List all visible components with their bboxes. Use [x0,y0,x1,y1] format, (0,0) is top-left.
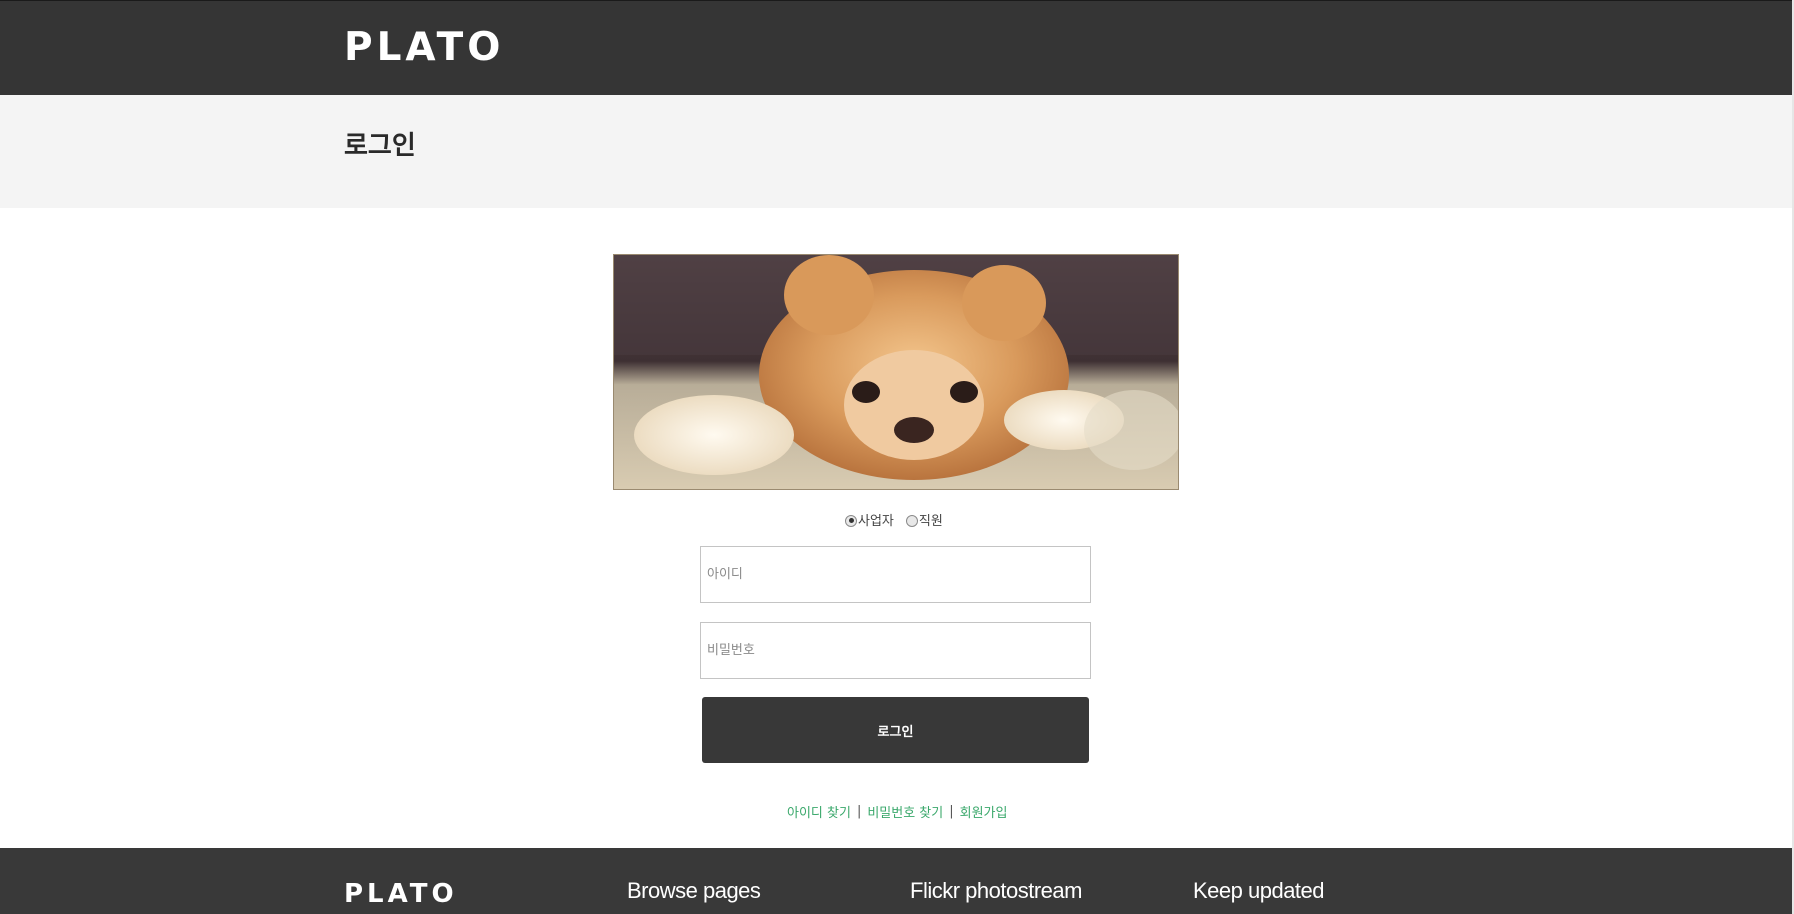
login-button[interactable]: 로그인 [702,697,1089,763]
brand-logo[interactable]: PLATO [344,25,504,70]
login-page: PLATO 로그인 사업자 직원 아이디 로그인 아이디 찾기 | 비밀번호 찾… [0,0,1794,914]
password-input[interactable] [701,623,1090,678]
radio-unchecked-icon[interactable] [905,514,918,527]
account-links: 아이디 찾기 | 비밀번호 찾기 | 회원가입 [787,802,1007,821]
id-input[interactable] [701,547,1090,602]
footer-heading-keep-updated: Keep updated [1193,878,1325,903]
signup-link[interactable]: 회원가입 [960,802,1008,821]
id-field [700,546,1091,603]
footer: PLATO Browse pages Flickr photostream Ke… [0,848,1792,914]
link-separator: | [856,804,862,819]
footer-heading-browse-pages: Browse pages [627,878,761,903]
role-owner-label: 사업자 [858,513,894,529]
role-staff-label: 직원 [918,513,943,529]
page-title: 로그인 [344,131,416,161]
login-section: 사업자 직원 로그인 아이디 찾기 | 비밀번호 찾기 | 회원가입 [0,208,1792,848]
title-band: 로그인 [0,95,1792,208]
role-radio-owner[interactable]: 사업자 [845,510,894,529]
role-selector: 사업자 직원 [845,509,955,529]
top-header: PLATO [0,0,1792,95]
hero-dog-image [613,254,1179,490]
role-radio-staff[interactable]: 직원 [905,510,943,529]
footer-heading-flickr: Flickr photostream [910,878,1082,903]
radio-checked-icon[interactable] [845,514,857,527]
find-id-link[interactable]: 아이디 찾기 [787,802,851,821]
link-separator: | [949,804,954,819]
find-password-link[interactable]: 비밀번호 찾기 [867,802,943,821]
password-field [700,622,1091,679]
footer-brand-logo[interactable]: PLATO [344,879,458,909]
